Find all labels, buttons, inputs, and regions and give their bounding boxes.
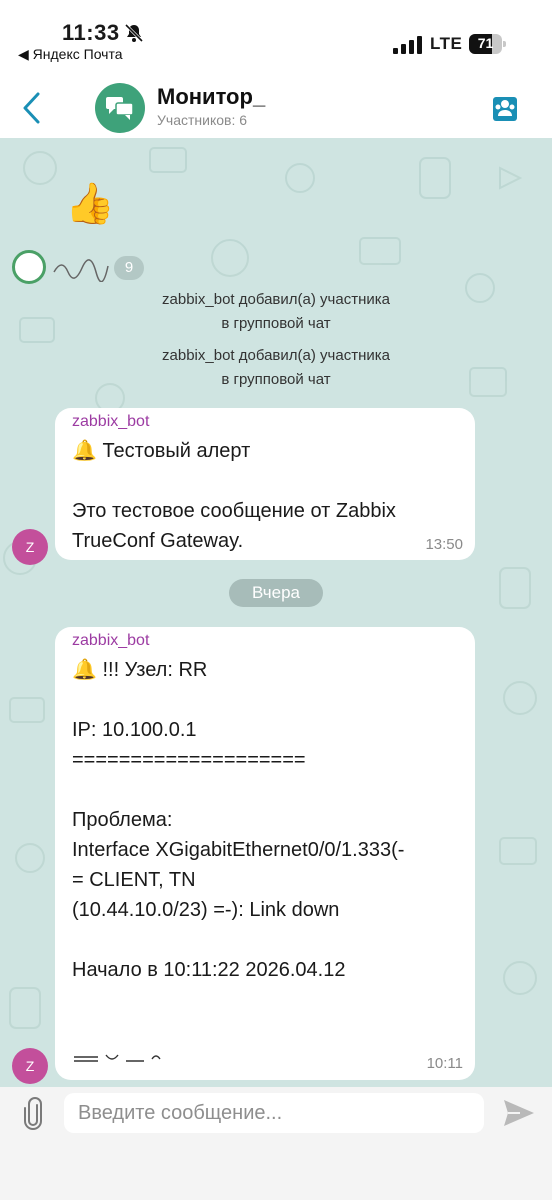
group-avatar[interactable] — [95, 83, 145, 133]
reaction-row[interactable]: 9 — [12, 246, 144, 284]
message-sender[interactable]: zabbix_bot — [72, 413, 149, 431]
reactor-avatar — [12, 250, 46, 284]
participants-icon[interactable] — [490, 94, 520, 124]
chat-title: Монитор_ — [157, 84, 266, 109]
chat-bubbles-icon — [106, 97, 134, 120]
chat-header: Монитор_ Участников: 6 — [0, 70, 552, 138]
system-message-line: zabbix_bot добавил(а) участника — [162, 347, 390, 364]
message-time: 10:11 — [426, 1055, 463, 1072]
message-bubble[interactable]: zabbix_bot 🔔 Тестовый алерт Это тестовое… — [55, 408, 475, 560]
send-icon[interactable] — [502, 1097, 536, 1129]
clock: 11:33 — [62, 20, 120, 45]
redacted-scribble — [53, 259, 109, 282]
back-chevron-icon[interactable] — [20, 90, 44, 126]
redacted-text — [74, 1054, 161, 1062]
sender-avatar[interactable]: Z — [12, 529, 48, 565]
system-message-line: в групповой чат — [221, 315, 331, 332]
message-composer — [0, 1087, 552, 1200]
message-text: 🔔 Тестовый алерт Это тестовое сообщение … — [72, 440, 396, 552]
message-sender[interactable]: zabbix_bot — [72, 632, 149, 650]
system-message-line: zabbix_bot добавил(а) участника — [162, 291, 390, 308]
message-bubble[interactable]: zabbix_bot 🔔 !!! Узел: RR IP: 10.100.0.1… — [55, 627, 475, 1080]
cellular-signal-icon — [393, 36, 422, 54]
battery-percent: 71 — [477, 35, 494, 51]
system-message-line: в групповой чат — [221, 371, 331, 388]
paperclip-icon[interactable] — [22, 1097, 44, 1131]
reaction-emoji: 👍 — [65, 182, 115, 226]
message-list[interactable]: 👍 9 zabbix_bot добавил(а) участника в гр… — [0, 138, 552, 1087]
system-message: zabbix_bot добавил(а) участника в группо… — [0, 288, 552, 336]
date-separator: Вчера — [229, 579, 323, 607]
system-message: zabbix_bot добавил(а) участника в группо… — [0, 344, 552, 392]
back-to-app-link[interactable]: ◀ Яндекс Почта — [18, 46, 123, 63]
bell-muted-icon — [124, 23, 144, 43]
participants-count: Участников: 6 — [157, 112, 248, 128]
message-time: 13:50 — [425, 536, 463, 553]
battery-indicator: 71 — [469, 34, 507, 54]
message-input[interactable] — [64, 1093, 484, 1133]
sender-avatar[interactable]: Z — [12, 1048, 48, 1084]
reaction-count: 9 — [114, 256, 144, 280]
network-type: LTE — [430, 34, 463, 53]
status-bar: 11:33 ◀ Яндекс Почта LTE 71 — [0, 0, 552, 70]
message-text: 🔔 !!! Узел: RR IP: 10.100.0.1 ==========… — [72, 659, 405, 981]
